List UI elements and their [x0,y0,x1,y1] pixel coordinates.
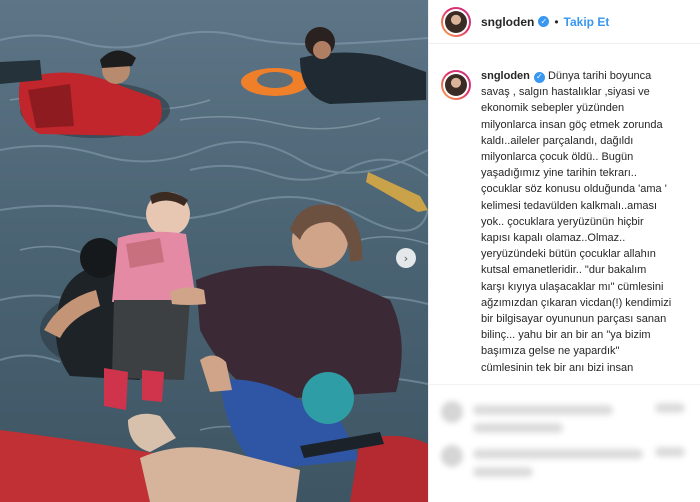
verified-badge-icon: ✓ [538,16,550,27]
caption-first-line: Dünya tarihi boyunca [547,70,652,82]
blurred-comment [473,467,533,477]
profile-avatar[interactable] [441,6,471,37]
blurred-avatar [441,401,463,423]
follow-button[interactable]: Takip Et [564,15,610,29]
next-photo-button[interactable]: › [396,248,416,268]
caption-username[interactable]: sngloden [481,70,530,82]
caption-verified-badge-icon: ✓ [533,71,545,83]
caption-line: başımıza gelse ne yapardık" [481,345,620,358]
caption-avatar-photo [445,74,467,96]
caption-line: ağzımızdan çıkaran vicdan(!) kendimizi [481,296,672,309]
blurred-comments-area [429,384,700,502]
caption-line: karşı kıyıya ulaşacaklar mı" cümlesini [481,280,664,293]
caption-line: kapısı kapalı olamaz..Olmaz.. [481,232,626,245]
avatar-photo [445,10,467,33]
caption-line: ekonomik sebepler yüzünden [481,102,625,115]
blurred-comment [655,403,685,413]
caption-line: bilinç... yahu bir an bir an "ya bizim [481,329,651,342]
caption-line: kaldı..aileler parçalandı, dağıldı [481,134,634,147]
caption-avatar[interactable] [441,70,471,100]
blurred-comment [473,405,613,415]
sea-rescue-photo [0,0,428,502]
caption-avatar-inner [443,72,469,98]
chevron-right-icon: › [403,251,409,265]
blurred-comment [655,447,685,457]
caption-line: yeryüzündeki bütün çocuklar allahın [481,248,656,261]
caption-line: yaşadığımız yine tarihin tekrarı.. [481,167,637,180]
blurred-comment [473,449,643,459]
blurred-comment [473,423,563,433]
caption-line: bir bilgisayar oyununun parçası sanan [481,313,667,326]
blurred-avatar [441,445,463,467]
caption-line: kelimesi tedavülden kalkmalı..aması [481,199,658,212]
header-username[interactable]: sngloden [481,15,534,29]
caption-line: cümlesinin tek bir anı bizi insan [481,361,634,374]
caption-line: kutsal emanetleridir.. "dur bakalım [481,264,647,277]
instagram-post: › sngloden ✓ • Takip Et sngloden ✓ Dünya … [0,0,700,502]
caption-line: yok.. çocuklara yeryüzünün hiçbir [481,215,644,228]
avatar-inner [443,8,469,35]
caption: sngloden ✓ Dünya tarihi boyunca savaş , s… [441,68,693,376]
caption-line: milyonlarca insan göç etmek zorunda [481,118,663,131]
post-side-panel: sngloden ✓ • Takip Et sngloden ✓ Dünya ta… [428,0,700,502]
caption-line: çocuklar söz konusu olduğunda 'ama ' [481,183,667,196]
separator-dot: • [554,14,559,29]
caption-line: milyonlarca çocuk öldü.. Bugün [481,151,634,164]
post-header: sngloden ✓ • Takip Et [429,0,700,44]
caption-text: sngloden ✓ Dünya tarihi boyunca savaş , s… [481,68,693,376]
caption-line: savaş , salgın hastalıklar ,siyasi ve [481,86,650,99]
post-photo[interactable]: › [0,0,428,502]
